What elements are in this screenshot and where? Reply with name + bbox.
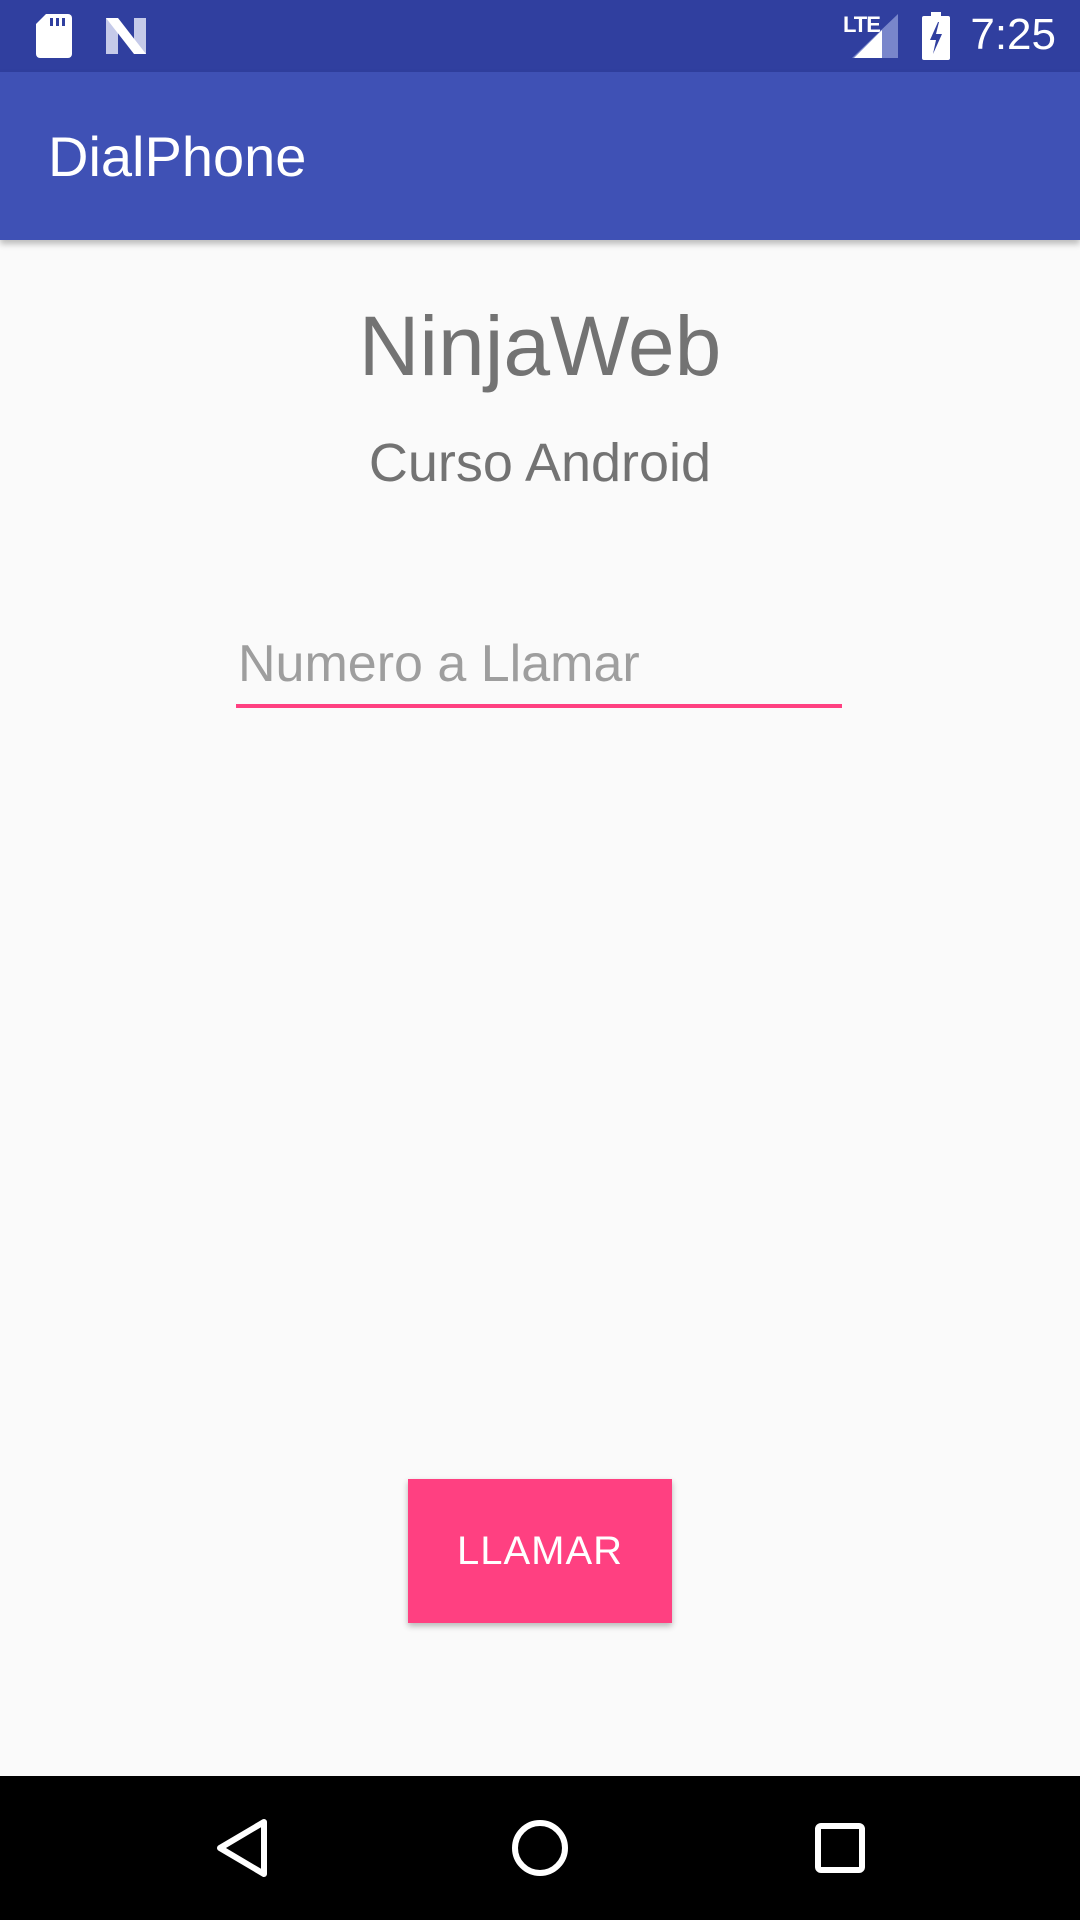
battery-charging-icon	[922, 12, 950, 60]
screen: LTE 7:25 DialPhone NinjaWeb Curso Androi…	[0, 0, 1080, 1920]
home-icon	[512, 1820, 568, 1876]
nav-recents-button[interactable]	[760, 1776, 920, 1920]
recents-icon	[815, 1823, 865, 1873]
n-notification-icon	[106, 18, 146, 54]
app-title: DialPhone	[48, 125, 307, 188]
sd-card-icon	[36, 14, 72, 58]
navigation-bar	[0, 1776, 1080, 1920]
heading-title: NinjaWeb	[358, 299, 722, 393]
back-icon	[217, 1819, 267, 1877]
call-button[interactable]: LLAMAR	[408, 1479, 672, 1623]
nav-home-button[interactable]	[460, 1776, 620, 1920]
app-bar: DialPhone	[0, 72, 1080, 240]
phone-number-input[interactable]	[236, 624, 842, 708]
lte-signal-icon	[852, 14, 898, 58]
status-bar: LTE 7:25	[0, 0, 1080, 72]
nav-back-button[interactable]	[162, 1776, 322, 1920]
status-clock: 7:25	[970, 10, 1056, 59]
subheading: Curso Android	[368, 433, 712, 493]
